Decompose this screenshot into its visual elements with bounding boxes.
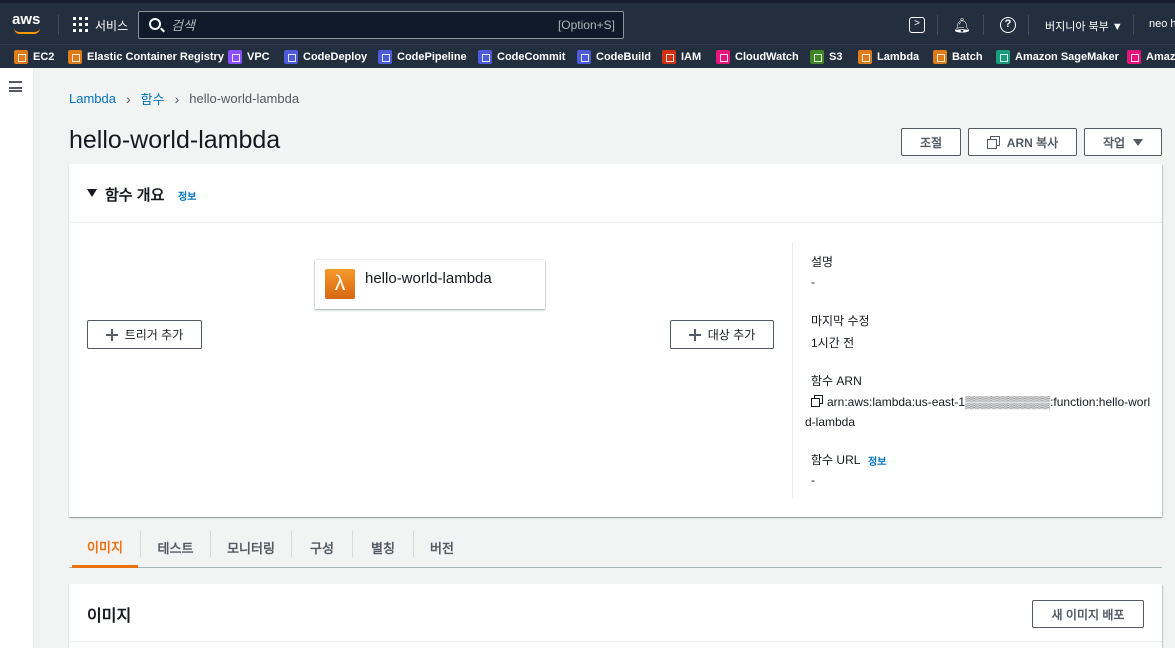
tab-configuration[interactable]: 구성 — [292, 527, 352, 568]
function-tabs: 이미지 테스트 모니터링 구성 별칭 버전 — [69, 527, 1162, 568]
iam-icon — [662, 50, 676, 64]
amazon-service-icon — [1127, 50, 1141, 64]
region-selector[interactable]: 버지니아 북부 ▼ — [1045, 18, 1123, 34]
codebuild-icon — [577, 50, 591, 64]
tab-image[interactable]: 이미지 — [72, 527, 138, 568]
favorite-s3[interactable]: S3 — [810, 49, 842, 65]
actions-button[interactable]: 작업 — [1084, 128, 1162, 156]
services-grid-icon[interactable] — [73, 17, 88, 32]
favorite-codepipeline[interactable]: CodePipeline — [378, 49, 467, 65]
function-arn-value: arn:aws:lambda:us-east-1▒▒▒▒▒▒▒▒▒▒:funct… — [805, 395, 1151, 429]
favorite-codecommit[interactable]: CodeCommit — [478, 49, 565, 65]
deploy-new-image-button[interactable]: 새 이미지 배포 — [1032, 600, 1144, 628]
aws-logo[interactable]: aws — [12, 11, 44, 37]
batch-icon — [933, 50, 947, 64]
details-divider — [792, 242, 793, 498]
search-input[interactable] — [171, 16, 531, 34]
favorite-ecr[interactable]: Elastic Container Registry — [68, 49, 224, 65]
image-panel-title: 이미지 — [87, 608, 132, 625]
tab-monitoring[interactable]: 모니터링 — [211, 527, 291, 568]
plus-icon — [688, 328, 701, 341]
tab-aliases[interactable]: 별칭 — [353, 527, 413, 568]
codecommit-icon — [478, 50, 492, 64]
breadcrumb-current: hello-world-lambda — [189, 91, 300, 106]
function-node[interactable]: λ hello-world-lambda — [315, 260, 545, 309]
favorite-batch[interactable]: Batch — [933, 49, 983, 65]
function-url-info-link[interactable]: 정보 — [868, 453, 886, 468]
copy-icon — [986, 136, 1000, 149]
nav-divider — [58, 15, 59, 35]
last-modified-label: 마지막 수정 — [811, 314, 870, 328]
codedeploy-icon — [284, 50, 298, 64]
function-url-value: - — [811, 473, 815, 487]
description-label: 설명 — [811, 255, 834, 269]
favorite-lambda[interactable]: Lambda — [858, 49, 919, 65]
favorite-amazon-truncated[interactable]: Amazo — [1127, 49, 1175, 65]
tab-test[interactable]: 테스트 — [141, 527, 210, 568]
breadcrumb-chevron-icon: › — [174, 90, 180, 107]
add-destination-button[interactable]: 대상 추가 — [670, 320, 774, 349]
aws-logo-text: aws — [12, 11, 41, 28]
search-box[interactable]: [Option+S] — [138, 11, 624, 39]
side-navigation — [0, 68, 34, 648]
nav-divider — [983, 15, 984, 35]
breadcrumb-lambda[interactable]: Lambda — [69, 91, 116, 106]
notifications-bell-icon[interactable]: 🔔︎ — [953, 17, 971, 33]
breadcrumb-functions[interactable]: 함수 — [141, 89, 165, 108]
codepipeline-icon — [378, 50, 392, 64]
image-panel-header: 이미지 새 이미지 배포 — [69, 584, 1162, 642]
account-menu[interactable]: neo h — [1149, 18, 1175, 30]
function-overview-title: 함수 개요 — [105, 187, 165, 204]
favorite-cloudwatch[interactable]: CloudWatch — [716, 49, 799, 65]
search-icon — [149, 18, 161, 30]
breadcrumb: Lambda › 함수 › hello-world-lambda — [69, 89, 299, 108]
page-title: hello-world-lambda — [69, 126, 281, 154]
vpc-icon — [228, 50, 242, 64]
copy-arn-icon[interactable] — [811, 395, 823, 407]
cloudwatch-icon — [716, 50, 730, 64]
breadcrumb-chevron-icon: › — [125, 90, 131, 107]
ecr-icon — [68, 50, 82, 64]
tab-versions[interactable]: 버전 — [414, 527, 470, 568]
lambda-icon — [858, 50, 872, 64]
description-value: - — [811, 275, 815, 289]
ec2-icon — [14, 50, 28, 64]
favorite-iam[interactable]: IAM — [662, 49, 701, 65]
search-shortcut-hint: [Option+S] — [557, 18, 615, 32]
sagemaker-icon — [996, 50, 1010, 64]
image-panel: 이미지 새 이미지 배포 — [69, 584, 1162, 648]
caret-down-icon — [1133, 138, 1144, 146]
function-url-label: 함수 URL — [811, 453, 861, 467]
help-icon[interactable]: ? — [1000, 17, 1016, 33]
function-node-name: hello-world-lambda — [365, 270, 492, 287]
function-overview-panel: 함수 개요 정보 λ hello-world-lambda 트리거 추가 대상 … — [69, 164, 1162, 517]
s3-icon — [810, 50, 824, 64]
function-overview-header[interactable]: 함수 개요 정보 — [69, 164, 1162, 223]
favorite-vpc[interactable]: VPC — [228, 49, 270, 65]
favorite-codedeploy[interactable]: CodeDeploy — [284, 49, 367, 65]
throttle-button[interactable]: 조절 — [901, 128, 961, 156]
function-arn-label: 함수 ARN — [811, 374, 862, 388]
collapse-caret-icon[interactable] — [87, 189, 97, 197]
top-navigation: aws 서비스 [Option+S] > 🔔︎ ? 버지니아 북부 ▼ neo … — [0, 0, 1175, 44]
menu-hamburger-icon[interactable] — [9, 81, 22, 92]
favorite-sagemaker[interactable]: Amazon SageMaker — [996, 49, 1119, 65]
favorites-bar: EC2 Elastic Container Registry VPC CodeD… — [0, 44, 1175, 68]
favorite-codebuild[interactable]: CodeBuild — [577, 49, 651, 65]
copy-arn-button[interactable]: ARN 복사 — [968, 128, 1077, 156]
services-menu-button[interactable]: 서비스 — [95, 17, 128, 34]
plus-icon — [105, 328, 118, 341]
nav-divider — [937, 15, 938, 35]
nav-divider — [1028, 15, 1029, 35]
lambda-icon: λ — [325, 269, 355, 299]
favorite-ec2[interactable]: EC2 — [14, 49, 54, 65]
function-arn: arn:aws:lambda:us-east-1▒▒▒▒▒▒▒▒▒▒:funct… — [805, 392, 1155, 432]
aws-smile-icon — [14, 28, 40, 34]
last-modified-value: 1시간 전 — [811, 336, 855, 350]
nav-divider — [1133, 15, 1134, 35]
add-trigger-button[interactable]: 트리거 추가 — [87, 320, 202, 349]
cloudshell-icon[interactable]: > — [909, 17, 925, 33]
function-overview-info-link[interactable]: 정보 — [178, 188, 196, 203]
